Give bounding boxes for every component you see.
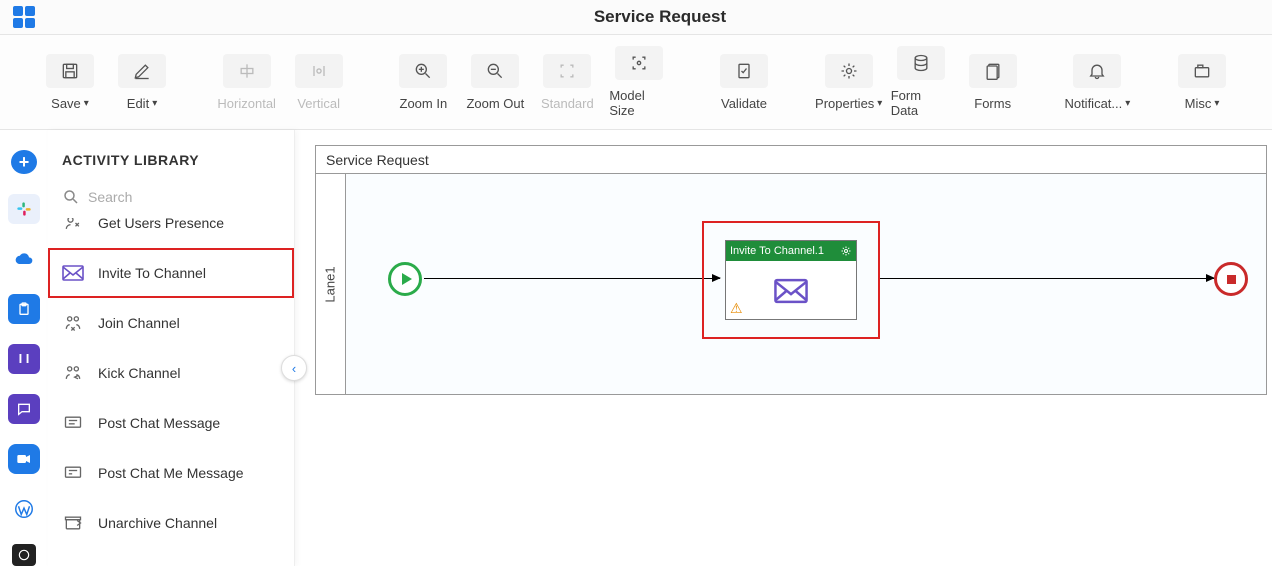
activity-item-label: Kick Channel bbox=[98, 365, 282, 382]
save-button[interactable]: Save▾ bbox=[40, 54, 100, 111]
page-title: Service Request bbox=[48, 7, 1272, 27]
rail-chat-button[interactable] bbox=[8, 394, 40, 424]
zoom-standard-icon bbox=[543, 54, 591, 88]
align-vertical-icon bbox=[295, 54, 343, 88]
activity-item-label: Unarchive Channel bbox=[98, 515, 282, 532]
gear-icon bbox=[825, 54, 873, 88]
activity-library-panel: ACTIVITY LIBRARY Get Users Presence Invi… bbox=[48, 130, 295, 566]
activity-item-get-users-presence[interactable]: Get Users Presence bbox=[48, 218, 294, 248]
zoom-model-size-icon bbox=[615, 46, 663, 80]
misc-button[interactable]: Misc▾ bbox=[1172, 54, 1232, 111]
notifications-button[interactable]: Notificat...▾ bbox=[1067, 54, 1127, 111]
activity-item-post-chat-me-message[interactable]: Post Chat Me Message bbox=[48, 448, 294, 498]
activity-item-post-chat-message[interactable]: Post Chat Message bbox=[48, 398, 294, 448]
unarchive-icon bbox=[60, 512, 86, 534]
database-icon bbox=[897, 46, 945, 80]
activity-search-input[interactable] bbox=[88, 189, 280, 205]
forms-button[interactable]: Forms bbox=[963, 54, 1023, 111]
rail-onedrive-button[interactable] bbox=[8, 244, 40, 274]
rail-slack-button[interactable] bbox=[8, 194, 40, 224]
validate-icon bbox=[720, 54, 768, 88]
chevron-left-icon: ‹ bbox=[292, 361, 296, 376]
rail-add-button[interactable]: + bbox=[11, 150, 37, 174]
left-rail: + I I bbox=[0, 130, 48, 566]
forms-icon bbox=[969, 54, 1017, 88]
zoom-standard-button: Standard bbox=[537, 54, 597, 111]
rail-text-button[interactable]: I I bbox=[8, 344, 40, 374]
task-node-invite-to-channel[interactable]: Invite To Channel.1 ⚠ bbox=[725, 240, 857, 320]
task-gear-icon[interactable] bbox=[840, 245, 852, 257]
lane-label[interactable]: Lane1 bbox=[316, 174, 346, 394]
end-event-node[interactable] bbox=[1214, 262, 1248, 296]
zoom-in-icon bbox=[399, 54, 447, 88]
process-canvas[interactable]: Service Request Lane1 Invite To Channel.… bbox=[295, 130, 1272, 566]
process-title: Service Request bbox=[316, 146, 1266, 174]
chat-me-icon bbox=[60, 462, 86, 484]
folder-icon bbox=[1178, 54, 1226, 88]
app-switcher-button[interactable] bbox=[0, 6, 48, 28]
link-icon bbox=[17, 548, 31, 562]
sequence-flow-2[interactable] bbox=[880, 278, 1214, 279]
activity-item-kick-channel[interactable]: Kick Channel bbox=[48, 348, 294, 398]
validate-button[interactable]: Validate bbox=[714, 54, 774, 111]
activity-item-label: Post Chat Message bbox=[98, 415, 282, 432]
zoom-in-button[interactable]: Zoom In bbox=[393, 54, 453, 111]
align-horizontal-icon bbox=[223, 54, 271, 88]
activity-item-invite-to-channel[interactable]: Invite To Channel bbox=[48, 248, 294, 298]
kick-icon bbox=[60, 362, 86, 384]
start-event-node[interactable] bbox=[388, 262, 422, 296]
chat-icon bbox=[16, 401, 32, 417]
activity-item-label: Get Users Presence bbox=[98, 218, 282, 231]
activity-item-label: Post Chat Me Message bbox=[98, 465, 282, 482]
activity-item-label: Join Channel bbox=[98, 315, 282, 332]
align-horizontal-button: Horizontal bbox=[217, 54, 277, 111]
toolbar: Save▾ Edit▾ Horizontal Vertical Zoom In … bbox=[0, 35, 1272, 130]
text-icon: I I bbox=[19, 351, 30, 366]
clipboard-icon bbox=[16, 300, 32, 318]
edit-button[interactable]: Edit▾ bbox=[112, 54, 172, 111]
properties-button[interactable]: Properties▾ bbox=[819, 54, 879, 111]
activity-item-label: Invite To Channel bbox=[98, 265, 282, 282]
task-highlight-box: Invite To Channel.1 ⚠ bbox=[702, 221, 880, 339]
rail-wordpress-button[interactable] bbox=[8, 494, 40, 524]
cloud-icon bbox=[14, 252, 34, 266]
join-icon bbox=[60, 312, 86, 334]
video-icon bbox=[16, 453, 32, 465]
form-data-button[interactable]: Form Data bbox=[891, 46, 951, 118]
zoom-out-button[interactable]: Zoom Out bbox=[465, 54, 525, 111]
activity-search[interactable] bbox=[60, 184, 282, 210]
envelope-icon bbox=[772, 277, 810, 305]
presence-icon bbox=[60, 218, 86, 234]
chat-message-icon bbox=[60, 412, 86, 434]
task-node-title: Invite To Channel.1 bbox=[730, 245, 824, 257]
edit-icon bbox=[118, 54, 166, 88]
collapse-panel-button[interactable]: ‹ bbox=[281, 355, 307, 381]
activity-item-join-channel[interactable]: Join Channel bbox=[48, 298, 294, 348]
warning-icon: ⚠ bbox=[730, 300, 743, 317]
wordpress-icon bbox=[13, 498, 35, 520]
sequence-flow-1[interactable] bbox=[424, 278, 720, 279]
rail-clipboard-button[interactable] bbox=[8, 294, 40, 324]
activity-library-title: ACTIVITY LIBRARY bbox=[48, 130, 294, 176]
zoom-model-size-button[interactable]: Model Size bbox=[609, 46, 669, 118]
activity-item-unarchive-channel[interactable]: Unarchive Channel bbox=[48, 498, 294, 548]
search-icon bbox=[62, 188, 80, 206]
zoom-out-icon bbox=[471, 54, 519, 88]
rail-connector-button[interactable] bbox=[12, 544, 36, 566]
align-vertical-button: Vertical bbox=[289, 54, 349, 111]
save-icon bbox=[46, 54, 94, 88]
rail-video-button[interactable] bbox=[8, 444, 40, 474]
slack-icon bbox=[14, 199, 34, 219]
envelope-icon bbox=[60, 262, 86, 284]
bell-icon bbox=[1073, 54, 1121, 88]
